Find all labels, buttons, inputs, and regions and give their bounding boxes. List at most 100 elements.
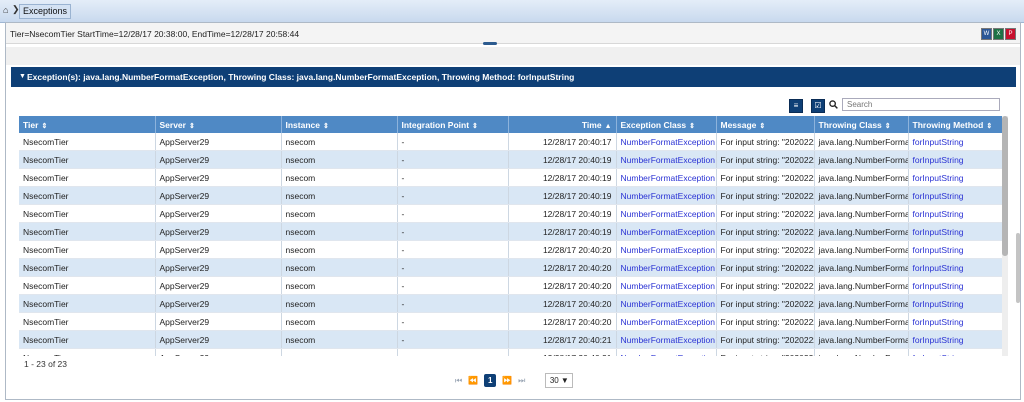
current-page-button[interactable]: 1	[484, 374, 497, 387]
table-cell: NsecomTier	[19, 312, 156, 331]
sort-icon[interactable]: ⇕	[885, 123, 891, 130]
sort-icon[interactable]: ⇕	[986, 123, 992, 130]
table-cell: 12/28/17 20:40:19	[508, 186, 617, 205]
table-cell[interactable]: forInputString	[908, 240, 1002, 259]
column-header-label: Instance	[285, 119, 321, 130]
table-cell[interactable]: forInputString	[908, 348, 1002, 356]
first-page-button[interactable]: ⏮	[455, 376, 462, 386]
table-row[interactable]: NsecomTierAppServer29nsecom-12/28/17 20:…	[19, 276, 1002, 295]
table-cell[interactable]: NumberFormatException	[616, 276, 717, 295]
table-cell: 12/28/17 20:40:20	[508, 294, 617, 313]
column-header[interactable]: Throwing Class ⇕	[814, 116, 909, 133]
table-cell[interactable]: forInputString	[908, 186, 1002, 205]
table-row[interactable]: NsecomTierAppServer29nsecom-12/28/17 20:…	[19, 204, 1002, 223]
table-cell[interactable]: NumberFormatException	[616, 294, 717, 313]
table-cell[interactable]: NumberFormatException	[616, 186, 717, 205]
table-cell: -	[397, 294, 509, 313]
table-cell[interactable]: NumberFormatException	[616, 330, 717, 349]
table-row[interactable]: NsecomTierAppServer29nsecom-12/28/17 20:…	[19, 258, 1002, 277]
last-page-button[interactable]: ⏭	[518, 376, 525, 386]
table-cell: java.lang.NumberFormatI	[814, 150, 909, 169]
table-cell: nsecom	[281, 222, 398, 241]
top-breadcrumb-bar: ⌂ ❯ Exceptions	[0, 0, 1024, 23]
home-icon[interactable]: ⌂	[3, 5, 8, 15]
table-cell[interactable]: NumberFormatException	[616, 150, 717, 169]
table-cell[interactable]: NumberFormatException	[616, 258, 717, 277]
table-cell[interactable]: forInputString	[908, 133, 1002, 151]
word-export-icon[interactable]: W	[981, 28, 992, 40]
table-row[interactable]: NsecomTierAppServer29nsecom-12/28/17 20:…	[19, 133, 1002, 151]
prev-page-button[interactable]: ⏪	[468, 376, 478, 385]
table-cell: java.lang.NumberFormatI	[814, 133, 909, 151]
next-page-button[interactable]: ⏩	[502, 376, 512, 385]
column-header[interactable]: Message ⇕	[716, 116, 815, 133]
collapse-triangle-icon[interactable]: ▼	[19, 73, 26, 80]
table-cell: AppServer29	[155, 348, 282, 356]
table-cell: NsecomTier	[19, 186, 156, 205]
table-cell[interactable]: NumberFormatException	[616, 168, 717, 187]
sort-icon[interactable]: ⇕	[472, 123, 478, 130]
table-cell: nsecom	[281, 150, 398, 169]
table-cell: For input string: "2020222	[716, 240, 815, 259]
table-row[interactable]: NsecomTierAppServer29nsecom-12/28/17 20:…	[19, 312, 1002, 331]
select-checkbox-button[interactable]: ☑	[811, 99, 825, 113]
table-cell[interactable]: NumberFormatException	[616, 133, 717, 151]
table-cell[interactable]: NumberFormatException	[616, 348, 717, 356]
table-cell[interactable]: NumberFormatException	[616, 222, 717, 241]
pdf-export-icon[interactable]: P	[1005, 28, 1016, 40]
table-cell[interactable]: forInputString	[908, 330, 1002, 349]
table-cell: 12/28/17 20:40:19	[508, 168, 617, 187]
page-size-select[interactable]: 30 ▼	[545, 373, 574, 388]
table-cell[interactable]: forInputString	[908, 168, 1002, 187]
column-menu-button[interactable]: ≡	[789, 99, 803, 113]
table-cell: -	[397, 222, 509, 241]
sort-icon[interactable]: ⇕	[323, 123, 329, 130]
table-cell[interactable]: forInputString	[908, 276, 1002, 295]
table-row[interactable]: NsecomTierAppServer29nsecom-12/28/17 20:…	[19, 168, 1002, 187]
table-cell[interactable]: forInputString	[908, 258, 1002, 277]
column-header[interactable]: Integration Point ⇕	[397, 116, 509, 133]
exception-summary-bar[interactable]: ▼ Exception(s): java.lang.NumberFormatEx…	[11, 67, 1016, 87]
table-cell[interactable]: NumberFormatException	[616, 240, 717, 259]
sort-icon[interactable]: ⇕	[189, 123, 195, 130]
table-cell: 12/28/17 20:40:19	[508, 150, 617, 169]
search-input[interactable]	[842, 98, 1000, 111]
column-header[interactable]: Throwing Method ⇕	[908, 116, 1002, 133]
table-row[interactable]: NsecomTierAppServer29nsecom-12/28/17 20:…	[19, 330, 1002, 349]
column-header[interactable]: Time ▲	[508, 116, 617, 133]
table-cell[interactable]: NumberFormatException	[616, 204, 717, 223]
breadcrumb-exceptions[interactable]: Exceptions	[19, 4, 72, 19]
table-cell[interactable]: forInputString	[908, 204, 1002, 223]
sort-icon[interactable]: ⇕	[689, 123, 695, 130]
table-cell: java.lang.NumberFormatI	[814, 240, 909, 259]
table-cell[interactable]: forInputString	[908, 150, 1002, 169]
table-scrollbar-thumb[interactable]	[1002, 116, 1008, 256]
column-header-label: Throwing Class	[818, 119, 882, 130]
table-cell[interactable]: forInputString	[908, 222, 1002, 241]
table-row[interactable]: NsecomTierAppServer29nsecom-12/28/17 20:…	[19, 186, 1002, 205]
table-cell: -	[397, 330, 509, 349]
table-cell[interactable]: NumberFormatException	[616, 312, 717, 331]
pagination: ⏮ ⏪ 1 ⏩ ⏭ 30 ▼	[455, 373, 574, 388]
column-header[interactable]: Instance ⇕	[281, 116, 398, 133]
excel-export-icon[interactable]: X	[993, 28, 1004, 40]
table-cell[interactable]: forInputString	[908, 294, 1002, 313]
collapse-handle[interactable]	[483, 42, 497, 45]
table-cell: java.lang.NumberFormatI	[814, 258, 909, 277]
column-header[interactable]: Exception Class ⇕	[616, 116, 717, 133]
sort-asc-icon[interactable]: ▲	[605, 123, 612, 130]
sort-icon[interactable]: ⇕	[759, 123, 765, 130]
table-cell: AppServer29	[155, 312, 282, 331]
panel-scrollbar[interactable]	[1016, 233, 1020, 303]
table-cell: NsecomTier	[19, 276, 156, 295]
table-row[interactable]: NsecomTierAppServer29nsecom-12/28/17 20:…	[19, 150, 1002, 169]
table-cell: For input string: "2020222	[716, 133, 815, 151]
table-row[interactable]: NsecomTierAppServer29nsecom-12/28/17 20:…	[19, 348, 1002, 356]
column-header[interactable]: Tier ⇕	[19, 116, 156, 133]
column-header[interactable]: Server ⇕	[155, 116, 282, 133]
sort-icon[interactable]: ⇕	[41, 123, 47, 130]
table-row[interactable]: NsecomTierAppServer29nsecom-12/28/17 20:…	[19, 240, 1002, 259]
table-cell[interactable]: forInputString	[908, 312, 1002, 331]
table-row[interactable]: NsecomTierAppServer29nsecom-12/28/17 20:…	[19, 294, 1002, 313]
table-row[interactable]: NsecomTierAppServer29nsecom-12/28/17 20:…	[19, 222, 1002, 241]
